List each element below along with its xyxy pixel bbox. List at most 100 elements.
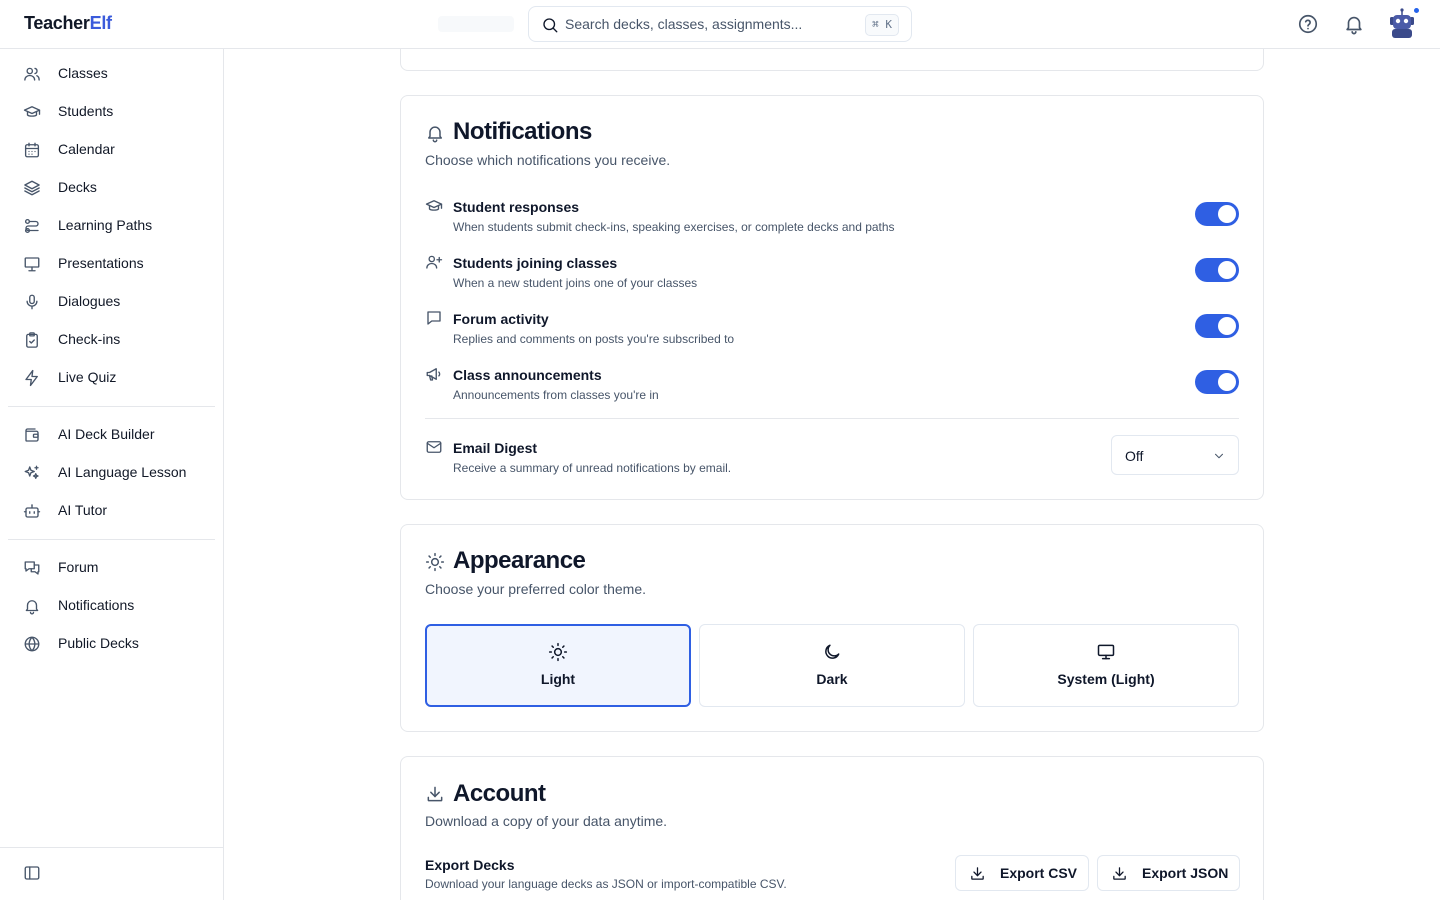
logo-text-teacher: Teacher — [24, 13, 90, 33]
search-input[interactable]: Search decks, classes, assignments... ⌘ … — [528, 6, 912, 42]
theme-option-dark[interactable]: Dark — [699, 624, 965, 707]
notifications-title: Notifications — [453, 118, 592, 145]
export-csv-label: Export CSV — [1000, 865, 1078, 881]
theme-option-system[interactable]: System (Light) — [973, 624, 1239, 707]
students-joining-toggle[interactable] — [1195, 258, 1239, 282]
faded-placeholder — [438, 16, 514, 32]
megaphone-icon — [426, 368, 441, 381]
sidebar: Classes Students Calendar Decks Learning… — [0, 49, 224, 900]
help-icon[interactable] — [1297, 13, 1319, 35]
wallet-icon — [25, 428, 39, 442]
sidebar-divider — [8, 406, 215, 407]
sidebar-item-label: AI Deck Builder — [58, 426, 155, 442]
sidebar-item-live-quiz[interactable]: Live Quiz — [8, 361, 215, 395]
sidebar-item-check-ins[interactable]: Check-ins — [8, 323, 215, 357]
theme-option-label: Light — [540, 671, 576, 687]
forum-activity-toggle[interactable] — [1195, 314, 1239, 338]
email-digest-value: Off — [1125, 448, 1144, 464]
sidebar-item-label: Notifications — [58, 597, 135, 613]
sidebar-item-label: Live Quiz — [58, 369, 117, 385]
notification-option-title: Forum activity — [453, 311, 549, 327]
sidebar-item-ai-tutor[interactable]: AI Tutor — [8, 494, 215, 528]
sidebar-item-classes[interactable]: Classes — [8, 57, 215, 91]
sidebar-item-label: Dialogues — [58, 293, 121, 309]
appearance-title: Appearance — [453, 547, 586, 574]
download-icon — [971, 867, 984, 880]
download-icon — [1113, 867, 1126, 880]
sidebar-item-dialogues[interactable]: Dialogues — [8, 285, 215, 319]
account-card: Account Download a copy of your data any… — [400, 756, 1264, 900]
sidebar-footer-divider — [0, 847, 223, 848]
message-square-icon — [427, 311, 441, 325]
sidebar-divider — [8, 539, 215, 540]
sidebar-item-notifications[interactable]: Notifications — [8, 589, 215, 623]
export-csv-button[interactable]: Export CSV — [955, 855, 1089, 891]
sidebar-item-label: Presentations — [58, 255, 144, 271]
clipboard-check-icon — [26, 332, 38, 348]
messages-icon — [24, 561, 40, 575]
export-decks-desc: Download your language decks as JSON or … — [425, 877, 787, 891]
notifications-subtitle: Choose which notifications you receive. — [425, 152, 671, 168]
sidebar-item-calendar[interactable]: Calendar — [8, 133, 215, 167]
app-logo[interactable]: TeacherElf — [24, 13, 112, 34]
bell-icon — [25, 600, 39, 615]
appearance-card: Appearance Choose your preferred color t… — [400, 524, 1264, 732]
export-json-label: Export JSON — [1142, 865, 1229, 881]
graduation-cap-icon — [425, 200, 443, 211]
theme-option-light[interactable]: Light — [425, 624, 691, 707]
avatar[interactable] — [1386, 6, 1420, 40]
sidebar-item-decks[interactable]: Decks — [8, 171, 215, 205]
user-plus-icon — [426, 255, 443, 269]
search-placeholder: Search decks, classes, assignments... — [565, 16, 803, 32]
notification-option-desc: Replies and comments on posts you're sub… — [453, 332, 735, 346]
users-icon — [24, 67, 40, 81]
logo-text-elf: Elf — [89, 13, 112, 33]
presentation-icon — [24, 257, 40, 272]
sidebar-item-label: Calendar — [58, 141, 115, 157]
sidebar-item-label: Students — [58, 103, 114, 119]
search-icon — [543, 18, 558, 33]
notification-option-title: Student responses — [453, 199, 580, 215]
account-title: Account — [453, 780, 546, 807]
sidebar-item-students[interactable]: Students — [8, 95, 215, 129]
notification-option-desc: Announcements from classes you're in — [453, 388, 659, 402]
sidebar-item-ai-language-lesson[interactable]: AI Language Lesson — [8, 456, 215, 490]
top-bar: TeacherElf Search decks, classes, assign… — [0, 0, 1440, 49]
notifications-card: Notifications Choose which notifications… — [400, 95, 1264, 500]
microphone-icon — [26, 294, 38, 310]
bell-icon[interactable] — [1343, 13, 1365, 35]
class-announcements-toggle[interactable] — [1195, 370, 1239, 394]
sidebar-item-label: AI Language Lesson — [58, 464, 187, 480]
graduation-cap-icon — [23, 106, 41, 117]
sidebar-item-forum[interactable]: Forum — [8, 551, 215, 585]
route-icon — [24, 218, 39, 234]
email-digest-desc: Receive a summary of unread notification… — [453, 461, 732, 475]
download-icon — [427, 786, 443, 802]
notification-option-desc: When students submit check-ins, speaking… — [453, 220, 895, 234]
sparkles-icon — [24, 465, 39, 479]
moon-icon — [825, 644, 840, 659]
bell-icon — [428, 126, 442, 143]
calendar-icon — [24, 142, 40, 158]
email-digest-select[interactable]: Off — [1111, 435, 1239, 475]
sidebar-item-label: AI Tutor — [58, 502, 108, 518]
toggle-knob — [1218, 205, 1236, 223]
sidebar-item-label: Public Decks — [58, 635, 139, 651]
sidebar-item-presentations[interactable]: Presentations — [8, 247, 215, 281]
sidebar-item-ai-deck-builder[interactable]: AI Deck Builder — [8, 418, 215, 452]
monitor-icon — [1097, 644, 1115, 660]
student-responses-toggle[interactable] — [1195, 202, 1239, 226]
export-json-button[interactable]: Export JSON — [1097, 855, 1240, 891]
layers-icon — [24, 180, 40, 196]
sidebar-item-label: Check-ins — [58, 331, 121, 347]
appearance-subtitle: Choose your preferred color theme. — [425, 581, 646, 597]
sidebar-toggle-icon[interactable] — [23, 864, 41, 882]
sidebar-item-learning-paths[interactable]: Learning Paths — [8, 209, 215, 243]
sidebar-item-public-decks[interactable]: Public Decks — [8, 627, 215, 661]
notification-option-desc: When a new student joins one of your cla… — [453, 276, 698, 290]
sidebar-item-label: Forum — [58, 559, 99, 575]
bot-icon — [23, 504, 41, 518]
account-subtitle: Download a copy of your data anytime. — [425, 813, 668, 829]
lightning-icon — [25, 369, 38, 387]
globe-icon — [24, 636, 40, 652]
